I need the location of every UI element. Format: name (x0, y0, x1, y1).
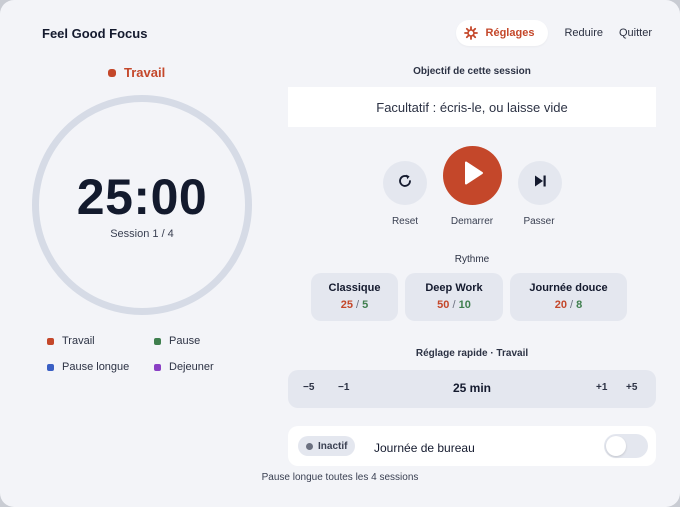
office-day-toggle[interactable] (604, 434, 648, 458)
settings-button[interactable]: Réglages (455, 20, 549, 46)
mode-dot (108, 68, 116, 77)
current-mode: Travail (108, 65, 165, 80)
status-badge: Inactif (298, 436, 356, 456)
app-title: Feel Good Focus (42, 26, 148, 41)
quick-adjust-bar: −5 −1 25 min +1 +5 (288, 370, 656, 408)
start-label: Demarrer (450, 216, 494, 227)
app-window: Feel Good Focus Réglages Reduire Quitter (0, 0, 680, 507)
goal-label: Objectif de cette session (413, 66, 531, 77)
legend-dot (154, 363, 161, 371)
status-dot (306, 442, 313, 450)
preset-journee-douce[interactable]: Journée douce 20 / 8 (510, 273, 627, 321)
legend-item-pause-longue: Pause longue (47, 361, 129, 373)
preset-values: 20 / 8 (510, 299, 627, 311)
reset-label: Reset (391, 216, 419, 227)
legend-label: Pause (169, 335, 201, 347)
skip-icon (532, 173, 548, 194)
plus-1-button[interactable]: +1 (596, 382, 607, 393)
goal-input[interactable] (288, 87, 656, 127)
preset-name: Deep Work (425, 282, 483, 294)
rhythm-label: Rythme (454, 254, 490, 265)
legend-label: Pause longue (62, 361, 130, 373)
preset-break: 8 (576, 299, 583, 311)
timer-ring: 25:00 Session 1 / 4 (32, 95, 252, 315)
settings-label: Réglages (485, 27, 535, 39)
legend-dot (47, 337, 54, 345)
play-icon (461, 160, 485, 191)
office-day-row: Inactif Journée de bureau (288, 426, 656, 466)
preset-name: Classique (328, 282, 381, 294)
reduce-button[interactable]: Reduire (564, 27, 603, 39)
plus-5-button[interactable]: +5 (626, 382, 637, 393)
footer-note: Pause longue toutes les 4 sessions (261, 472, 419, 483)
preset-values: 50 / 10 (405, 299, 503, 311)
legend-item-travail: Travail (47, 335, 95, 347)
quick-adjust-label: Réglage rapide · Travail (415, 348, 529, 359)
legend-dot (47, 363, 54, 371)
preset-classique[interactable]: Classique 25 / 5 (311, 273, 398, 321)
timer-display: 25:00 (76, 169, 208, 225)
preset-separator: / (570, 299, 574, 311)
gear-icon (463, 26, 478, 40)
status-label: Inactif (318, 440, 348, 452)
preset-separator: / (452, 299, 456, 311)
preset-work: 25 (340, 299, 353, 311)
preset-work: 50 (437, 299, 450, 311)
preset-separator: / (356, 299, 360, 311)
legend-item-dejeuner: Dejeuner (154, 361, 214, 373)
legend-label: Travail (62, 335, 95, 347)
office-day-label: Journée de bureau (374, 441, 475, 455)
preset-break: 5 (362, 299, 369, 311)
preset-name: Journée douce (529, 282, 608, 294)
legend-dot (154, 337, 161, 345)
quit-button[interactable]: Quitter (619, 27, 652, 39)
preset-values: 25 / 5 (311, 299, 398, 311)
session-counter: Session 1 / 4 (110, 228, 174, 240)
preset-break: 10 (458, 299, 471, 311)
legend-label: Dejeuner (169, 361, 214, 373)
skip-button[interactable] (518, 161, 562, 205)
preset-deep-work[interactable]: Deep Work 50 / 10 (405, 273, 503, 321)
top-nav: Réglages Reduire Quitter (455, 20, 652, 46)
reset-button[interactable] (383, 161, 427, 205)
preset-work: 20 (554, 299, 567, 311)
start-button[interactable] (443, 146, 502, 205)
reset-icon (396, 172, 414, 195)
toggle-knob (606, 436, 626, 456)
legend-item-pause: Pause (154, 335, 200, 347)
skip-label: Passer (523, 216, 555, 227)
mode-label: Travail (124, 65, 166, 80)
